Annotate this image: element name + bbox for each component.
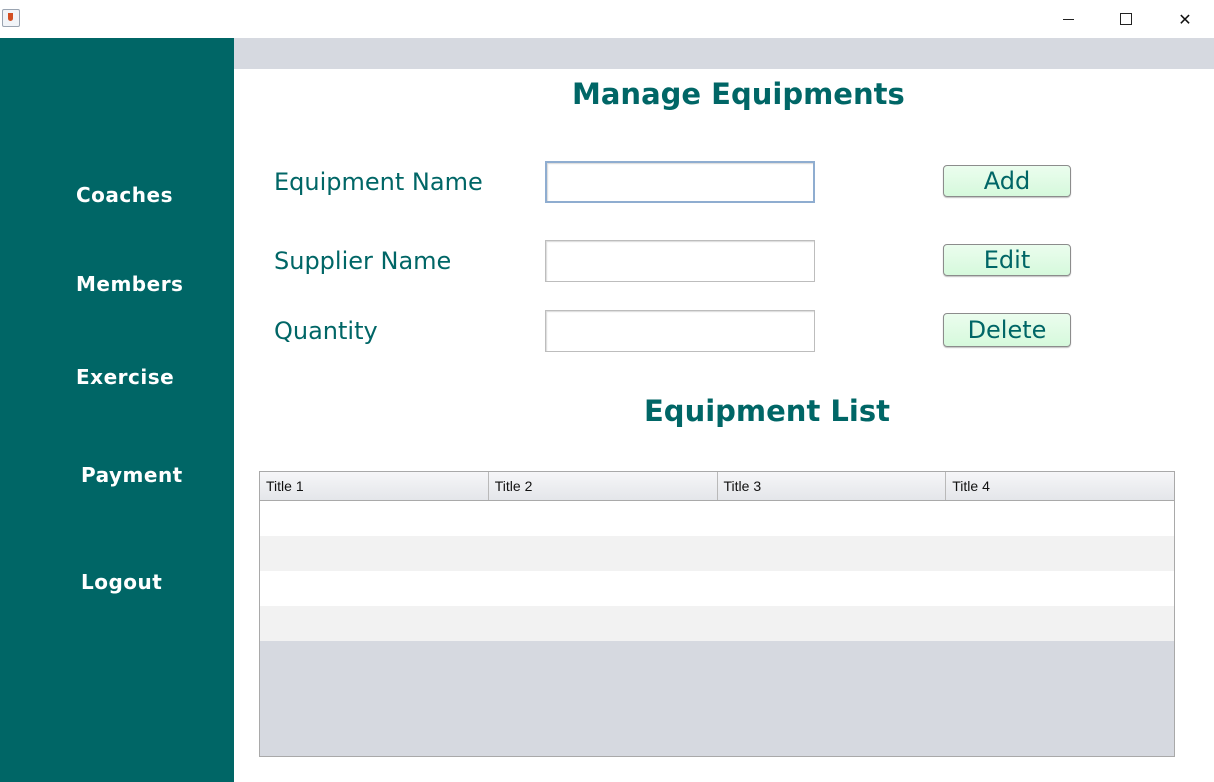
delete-button[interactable]: Delete bbox=[943, 313, 1071, 347]
sidebar-item-members[interactable]: Members bbox=[76, 272, 183, 296]
table-cell bbox=[946, 501, 1175, 536]
close-icon: ✕ bbox=[1178, 9, 1192, 29]
table-cell bbox=[489, 606, 718, 641]
sidebar-item-logout[interactable]: Logout bbox=[81, 570, 162, 594]
add-button[interactable]: Add bbox=[943, 165, 1071, 197]
table-cell bbox=[946, 571, 1175, 606]
sidebar-item-coaches[interactable]: Coaches bbox=[76, 183, 173, 207]
minimize-icon bbox=[1062, 19, 1074, 20]
page-title: Manage Equipments bbox=[572, 77, 905, 111]
sidebar-item-exercise[interactable]: Exercise bbox=[76, 365, 174, 389]
column-header-title-2[interactable]: Title 2 bbox=[489, 472, 718, 500]
close-button[interactable]: ✕ bbox=[1156, 0, 1214, 38]
table-cell bbox=[717, 606, 946, 641]
table-cell bbox=[489, 571, 718, 606]
table-cell bbox=[260, 606, 489, 641]
equipment-list-title: Equipment List bbox=[644, 394, 890, 428]
sidebar: Coaches Members Exercise Payment Logout bbox=[0, 38, 234, 782]
table-cell bbox=[717, 536, 946, 571]
column-header-title-3[interactable]: Title 3 bbox=[718, 472, 947, 500]
table-row[interactable] bbox=[260, 606, 1174, 641]
table-cell bbox=[260, 501, 489, 536]
window-titlebar: ✕ bbox=[0, 0, 1214, 38]
table-cell bbox=[717, 571, 946, 606]
maximize-icon bbox=[1120, 13, 1132, 25]
table-row[interactable] bbox=[260, 571, 1174, 606]
table-cell bbox=[489, 536, 718, 571]
table-cell bbox=[260, 536, 489, 571]
table-cell bbox=[946, 536, 1175, 571]
table-header: Title 1 Title 2 Title 3 Title 4 bbox=[260, 472, 1174, 501]
table-cell bbox=[946, 606, 1175, 641]
java-app-icon bbox=[2, 9, 20, 27]
column-header-title-1[interactable]: Title 1 bbox=[260, 472, 489, 500]
equipment-name-input[interactable] bbox=[545, 161, 815, 203]
equipment-name-label: Equipment Name bbox=[274, 168, 483, 196]
table-cell bbox=[260, 571, 489, 606]
header-band bbox=[234, 38, 1214, 69]
maximize-button[interactable] bbox=[1097, 0, 1155, 38]
table-cell bbox=[717, 501, 946, 536]
sidebar-item-payment[interactable]: Payment bbox=[81, 463, 183, 487]
table-row[interactable] bbox=[260, 536, 1174, 571]
table-cell bbox=[489, 501, 718, 536]
equipment-table[interactable]: Title 1 Title 2 Title 3 Title 4 bbox=[259, 471, 1175, 757]
column-header-title-4[interactable]: Title 4 bbox=[946, 472, 1174, 500]
quantity-label: Quantity bbox=[274, 317, 378, 345]
minimize-button[interactable] bbox=[1039, 0, 1097, 38]
supplier-name-input[interactable] bbox=[545, 240, 815, 282]
supplier-name-label: Supplier Name bbox=[274, 247, 452, 275]
edit-button[interactable]: Edit bbox=[943, 244, 1071, 276]
quantity-input[interactable] bbox=[545, 310, 815, 352]
table-row[interactable] bbox=[260, 501, 1174, 536]
